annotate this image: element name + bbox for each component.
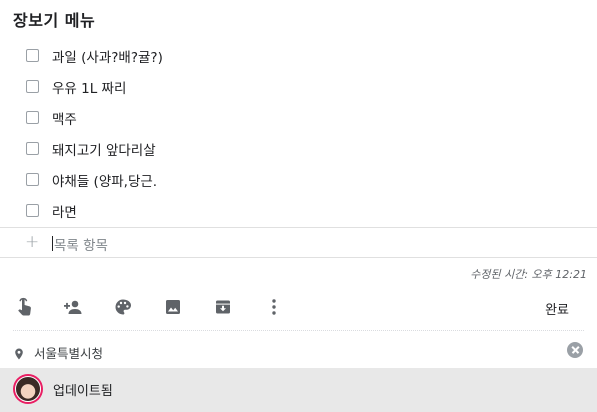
edited-timestamp: 수정된 시간: 오후 12:21 <box>470 268 587 281</box>
note-toolbar: 완료 <box>0 294 597 322</box>
more-vert-icon[interactable] <box>263 294 285 320</box>
archive-icon[interactable] <box>212 294 234 320</box>
divider <box>13 330 584 331</box>
list-item[interactable]: 과일 (사과?배?귤?) <box>0 40 597 71</box>
checkbox[interactable] <box>26 49 39 62</box>
location-text: 서울특별시청 <box>34 346 104 361</box>
new-list-item-row[interactable]: + 목록 항목 <box>0 227 597 258</box>
list-item-text[interactable]: 돼지고기 앞다리살 <box>52 139 156 159</box>
list-item[interactable]: 우유 1L 짜리 <box>0 71 597 102</box>
list-item-text[interactable]: 라면 <box>52 201 77 221</box>
list-item[interactable]: 야채들 (양파,당근. <box>0 164 597 195</box>
checkbox[interactable] <box>26 80 39 93</box>
palette-icon[interactable] <box>112 294 134 320</box>
checkbox[interactable] <box>26 173 39 186</box>
avatar[interactable] <box>13 374 43 404</box>
checkbox[interactable] <box>26 142 39 155</box>
done-button[interactable]: 완료 <box>545 299 569 318</box>
image-icon[interactable] <box>162 294 184 320</box>
list-item-text[interactable]: 과일 (사과?배?귤?) <box>52 46 163 66</box>
text-cursor <box>52 236 53 251</box>
reminder-hand-icon[interactable] <box>13 294 35 320</box>
list-item[interactable]: 라면 <box>0 195 597 226</box>
checklist: 과일 (사과?배?귤?) 우유 1L 짜리 맥주 돼지고기 앞다리살 야채들 (… <box>0 40 597 226</box>
checkbox[interactable] <box>26 204 39 217</box>
new-list-item-input[interactable]: 목록 항목 <box>54 234 108 254</box>
note-title[interactable]: 장보기 메뉴 <box>13 7 95 31</box>
list-item[interactable]: 맥주 <box>0 102 597 133</box>
note-editor: 장보기 메뉴 과일 (사과?배?귤?) 우유 1L 짜리 맥주 돼지고기 앞다리… <box>0 0 597 412</box>
avatar-image <box>15 376 41 402</box>
checkbox[interactable] <box>26 111 39 124</box>
location-pin-icon <box>14 345 24 364</box>
collaborator-bar: 업데이트됨 <box>0 368 597 412</box>
add-collaborator-icon[interactable] <box>62 294 84 320</box>
location-chip[interactable]: 서울특별시청 <box>0 338 597 364</box>
list-item[interactable]: 돼지고기 앞다리살 <box>0 133 597 164</box>
plus-icon: + <box>25 232 40 252</box>
list-item-text[interactable]: 우유 1L 짜리 <box>52 77 126 97</box>
update-status: 업데이트됨 <box>53 384 113 399</box>
list-item-text[interactable]: 맥주 <box>52 108 77 128</box>
list-item-text[interactable]: 야채들 (양파,당근. <box>52 170 157 190</box>
close-icon[interactable] <box>567 342 583 358</box>
